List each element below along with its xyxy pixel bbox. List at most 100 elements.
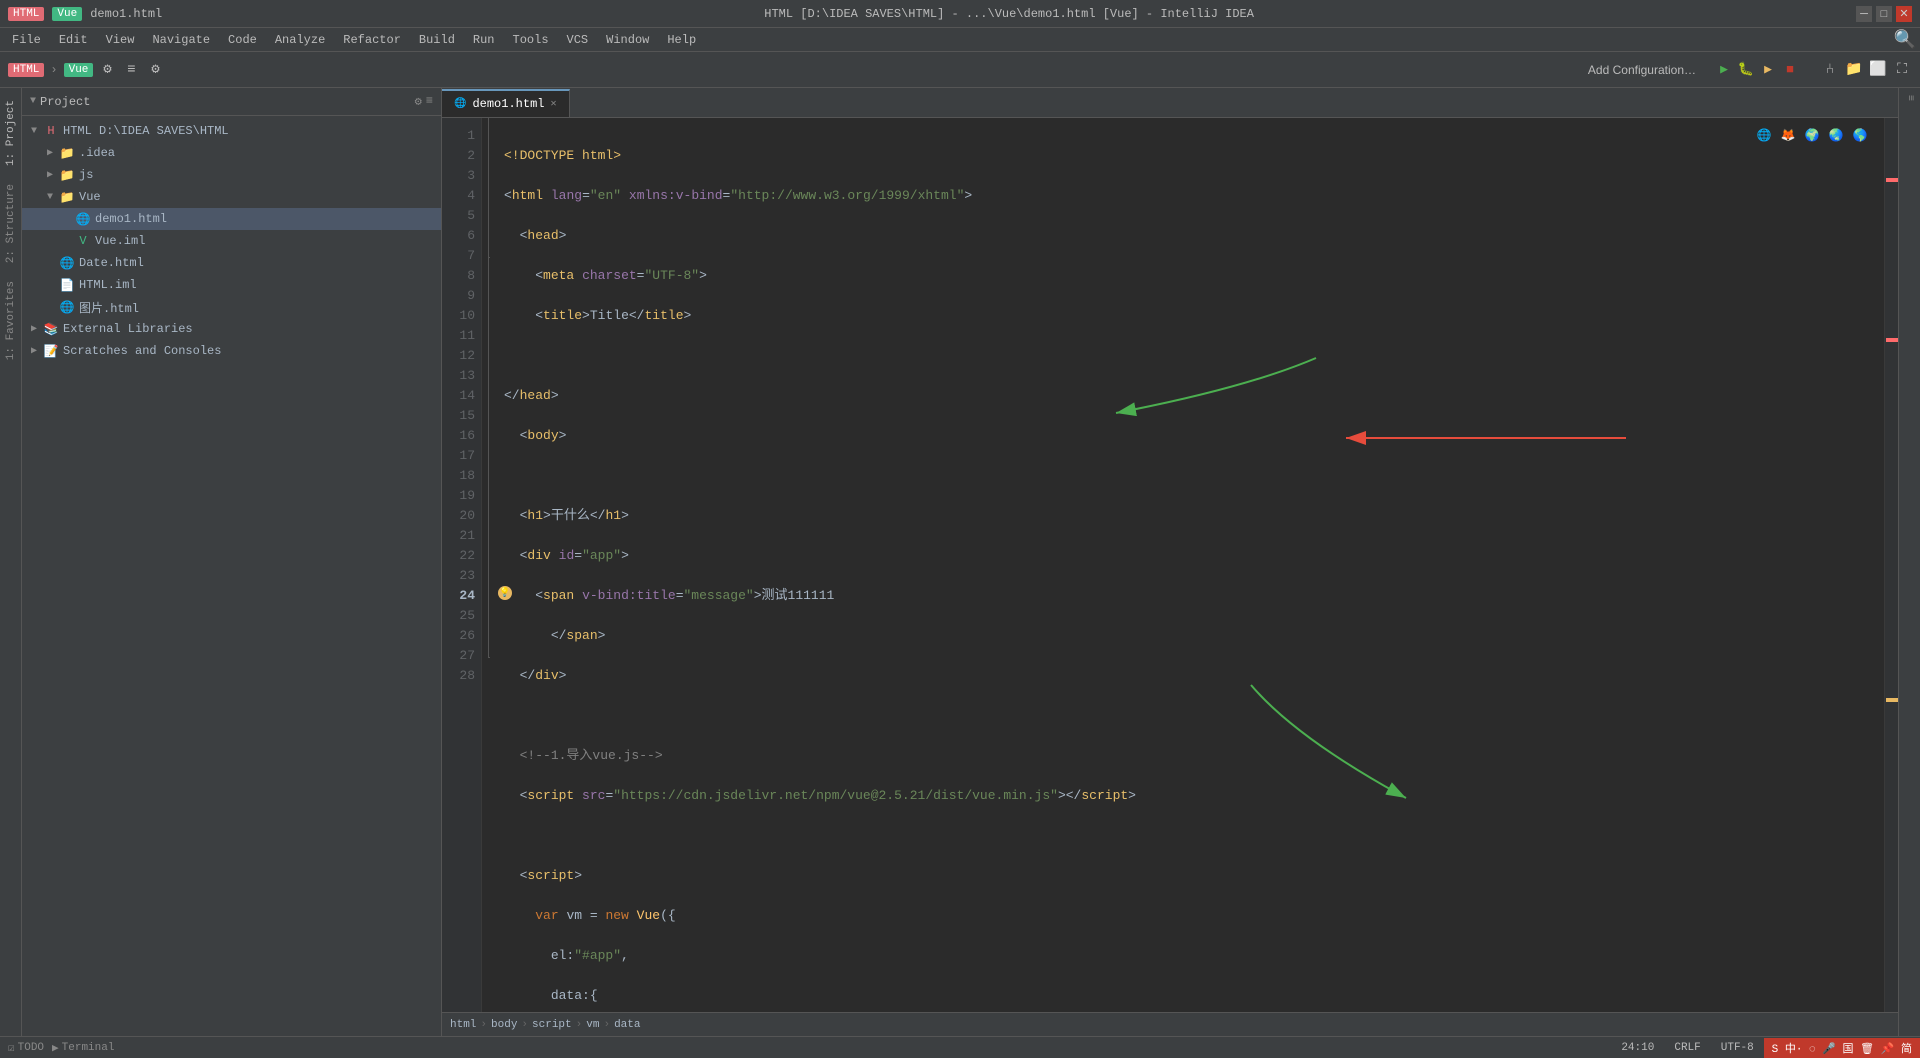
todo-icon: ☑ [8, 1041, 15, 1055]
right-panel-strip: ≡ [1898, 88, 1920, 1036]
tree-item-demo1[interactable]: 🌐 demo1.html [22, 208, 441, 230]
sidebar-item-favorites[interactable]: 1: Favorites [2, 273, 20, 368]
status-crlf[interactable]: CRLF [1668, 1042, 1706, 1054]
menu-analyze[interactable]: Analyze [267, 31, 333, 49]
menu-tools[interactable]: Tools [505, 31, 557, 49]
tree-item-html-root[interactable]: ▼ H HTML D:\IDEA SAVES\HTML [22, 120, 441, 142]
breadcrumb-vm[interactable]: vm [586, 1019, 599, 1031]
bc-sep-1: › [480, 1019, 487, 1031]
terminal-icon[interactable]: ⬜ [1868, 60, 1888, 80]
fullscreen-icon[interactable]: ⛶ [1892, 60, 1912, 80]
git-icon[interactable]: ⑃ [1820, 60, 1840, 80]
stop-icon[interactable]: ■ [1780, 60, 1800, 80]
sidebar-item-project[interactable]: 1: Project [2, 92, 20, 174]
code-line-20: var vm = new Vue({ [504, 906, 1884, 926]
browser-strip: 🌐 🦊 🌍 🌏 🌎 [1754, 126, 1870, 146]
breadcrumb-data[interactable]: data [614, 1019, 640, 1031]
menu-code[interactable]: Code [220, 31, 265, 49]
project-settings-icon[interactable]: ⚙ [415, 94, 422, 109]
title-bar-right[interactable]: ─ □ ✕ [1856, 6, 1912, 22]
chrome-icon[interactable]: 🌐 [1754, 126, 1774, 146]
debug-icon[interactable]: 🐛 [1736, 60, 1756, 80]
tab-html-icon: 🌐 [454, 98, 466, 110]
todo-label: TODO [18, 1042, 44, 1054]
bc-sep-3: › [576, 1019, 583, 1031]
tab-demo1html-label: demo1.html [472, 97, 544, 111]
tree-item-idea[interactable]: ▶ 📁 .idea [22, 142, 441, 164]
minimize-button[interactable]: ─ [1856, 6, 1872, 22]
menu-help[interactable]: Help [659, 31, 704, 49]
search-everywhere-icon[interactable]: 🔍 [1894, 29, 1916, 51]
menu-bar: File Edit View Navigate Code Analyze Ref… [0, 28, 1920, 52]
tree-item-ext-libs[interactable]: ▶ 📚 External Libraries [22, 318, 441, 340]
bc-sep-4: › [603, 1019, 610, 1031]
code-content[interactable]: <!DOCTYPE html> <html lang="en" xmlns:v-… [496, 118, 1884, 1012]
menu-file[interactable]: File [4, 31, 49, 49]
expand-arrow-vue: ▼ [42, 192, 58, 203]
breadcrumb-body[interactable]: body [491, 1019, 517, 1031]
tree-item-htmliml[interactable]: 📄 HTML.iml [22, 274, 441, 296]
filter-icon[interactable]: ≡ [121, 60, 141, 80]
open-folder-icon[interactable]: 📁 [1844, 60, 1864, 80]
project-collapse-icon[interactable]: ▼ [30, 96, 36, 107]
sidebar-item-structure[interactable]: 2: Structure [2, 176, 20, 271]
code-line-6 [504, 346, 1884, 366]
tree-label-vue: Vue [79, 190, 101, 204]
expand-arrow-scratches: ▶ [26, 345, 42, 357]
settings-gear-icon[interactable]: ⚙ [97, 60, 117, 80]
code-line-4: <meta charset="UTF-8"> [504, 266, 1884, 286]
imghtml-file-icon: 🌐 [58, 298, 76, 316]
ime-bar: S 中· ◌ 🎤 国 🗑 📌 简 [1764, 1038, 1920, 1058]
code-line-8: <body> [504, 426, 1884, 446]
idea-folder-icon: 📁 [58, 144, 76, 162]
main-area: 1: Project 2: Structure 1: Favorites ▼ P… [0, 88, 1920, 1036]
project-menu-icon[interactable]: ≡ [426, 94, 433, 109]
right-panel-toggle[interactable]: ≡ [1901, 92, 1918, 104]
terminal-icon: ▶ [52, 1041, 59, 1055]
status-bar: ☑ TODO ▶ Terminal 24:10 CRLF UTF-8 4 spa… [0, 1036, 1920, 1058]
add-configuration-button[interactable]: Add Configuration… [1582, 61, 1702, 79]
menu-run[interactable]: Run [465, 31, 503, 49]
code-gutter [482, 118, 496, 1012]
menu-window[interactable]: Window [598, 31, 657, 49]
code-line-19: <script> [504, 866, 1884, 886]
status-line-col[interactable]: 24:10 [1615, 1042, 1660, 1054]
terminal-tab[interactable]: ▶ Terminal [52, 1041, 114, 1055]
line-numbers: 1 2 3 4 5 6 7 8 9 10 11 12 13 14 15 16 1… [442, 118, 482, 1012]
run-with-coverage-icon[interactable]: ▶ [1758, 60, 1778, 80]
tree-item-vueiml[interactable]: V Vue.iml [22, 230, 441, 252]
breadcrumb-html[interactable]: html [450, 1019, 476, 1031]
close-button[interactable]: ✕ [1896, 6, 1912, 22]
menu-build[interactable]: Build [411, 31, 463, 49]
breadcrumb-script[interactable]: script [532, 1019, 572, 1031]
scratches-icon: 📝 [42, 342, 60, 360]
lightbulb-icon[interactable]: 💡 [498, 586, 512, 600]
menu-refactor[interactable]: Refactor [335, 31, 409, 49]
ime-indicator: S 中· ◌ 🎤 国 🗑 📌 简 [1772, 1040, 1912, 1056]
menu-vcs[interactable]: VCS [559, 31, 597, 49]
run-icon[interactable]: ▶ [1714, 60, 1734, 80]
tree-item-imghtml[interactable]: 🌐 图片.html [22, 296, 441, 318]
config-icon[interactable]: ⚙ [145, 60, 165, 80]
firefox-icon[interactable]: 🦊 [1778, 126, 1798, 146]
tree-label-html-root: HTML D:\IDEA SAVES\HTML [63, 124, 229, 138]
tab-demo1html[interactable]: 🌐 demo1.html ✕ [442, 89, 570, 117]
maximize-button[interactable]: □ [1876, 6, 1892, 22]
menu-edit[interactable]: Edit [51, 31, 96, 49]
menu-view[interactable]: View [98, 31, 143, 49]
status-encoding[interactable]: UTF-8 [1715, 1042, 1760, 1054]
safari-icon[interactable]: 🌎 [1850, 126, 1870, 146]
edge-icon[interactable]: 🌏 [1826, 126, 1846, 146]
todo-tab[interactable]: ☑ TODO [8, 1041, 44, 1055]
tree-item-datehtml[interactable]: 🌐 Date.html [22, 252, 441, 274]
tab-close-button[interactable]: ✕ [550, 98, 556, 110]
tree-item-vue[interactable]: ▼ 📁 Vue [22, 186, 441, 208]
ie-icon[interactable]: 🌍 [1802, 126, 1822, 146]
bc-sep-2: › [521, 1019, 528, 1031]
menu-navigate[interactable]: Navigate [144, 31, 218, 49]
expand-arrow-idea: ▶ [42, 147, 58, 159]
tree-item-js[interactable]: ▶ 📁 js [22, 164, 441, 186]
tree-item-scratches[interactable]: ▶ 📝 Scratches and Consoles [22, 340, 441, 362]
code-editor[interactable]: 1 2 3 4 5 6 7 8 9 10 11 12 13 14 15 16 1… [442, 118, 1898, 1012]
tree-label-datehtml: Date.html [79, 256, 144, 270]
